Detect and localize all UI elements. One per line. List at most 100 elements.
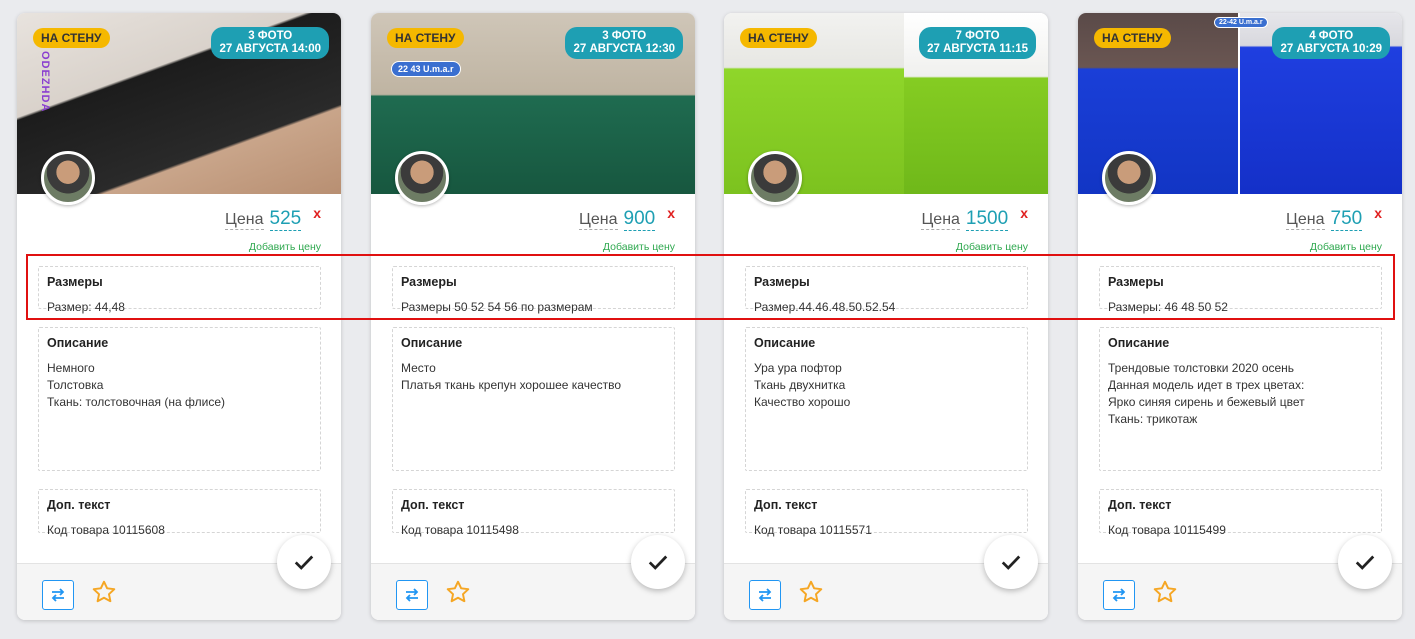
extra-text-field[interactable]: Доп. текст Код товара 10115498 xyxy=(392,489,675,537)
wall-badge[interactable]: НА СТЕНУ xyxy=(387,28,464,48)
extra-text-field[interactable]: Доп. текст Код товара 10115499 xyxy=(1099,489,1382,537)
description-field[interactable]: Описание Ура ура пофтор Ткань двухнитка … xyxy=(745,327,1028,471)
extra-text: Код товара 10115571 xyxy=(754,523,872,537)
extra-text-field[interactable]: Доп. текст Код товара 10115608 xyxy=(38,489,321,537)
price-label[interactable]: Цена xyxy=(1286,211,1325,230)
check-icon xyxy=(648,555,668,570)
remove-price-button[interactable]: x xyxy=(1020,205,1028,221)
sizes-text: Размеры 50 52 54 56 по размерам xyxy=(401,300,593,314)
swap-button[interactable] xyxy=(749,580,781,610)
photo-watermark: ODEZHDA xyxy=(39,51,51,113)
extra-text-title: Доп. текст xyxy=(401,498,469,512)
extra-text-field[interactable]: Доп. текст Код товара 10115571 xyxy=(745,489,1028,537)
description-text: Место Платья ткань крепун хорошее качест… xyxy=(401,361,622,392)
description-title: Описание xyxy=(401,336,467,350)
star-icon[interactable] xyxy=(798,579,824,605)
price-row: Цена 750 x xyxy=(1286,205,1382,231)
swap-icon xyxy=(1112,588,1126,602)
extra-text: Код товара 10115498 xyxy=(401,523,519,537)
confirm-button[interactable] xyxy=(631,535,685,589)
add-price-link[interactable]: Добавить цену xyxy=(603,241,675,253)
avatar[interactable] xyxy=(748,151,802,205)
photo-count-badge: 4 ФОТО 27 АВГУСТА 10:29 xyxy=(1272,27,1390,59)
extra-text-title: Доп. текст xyxy=(1108,498,1176,512)
avatar[interactable] xyxy=(395,151,449,205)
sizes-field[interactable]: Размеры Размер.44.46.48.50.52.54 xyxy=(745,266,1028,314)
wall-badge[interactable]: НА СТЕНУ xyxy=(1094,28,1171,48)
price-row: Цена 1500 x xyxy=(921,205,1028,231)
photo-count: 7 ФОТО xyxy=(955,30,1000,42)
photo-date: 27 АВГУСТА 12:30 xyxy=(573,43,675,55)
swap-button[interactable] xyxy=(1103,580,1135,610)
photo-watermark: 22 43 U.m.a.r xyxy=(391,61,461,77)
check-icon xyxy=(294,555,314,570)
extra-text: Код товара 10115608 xyxy=(47,523,165,537)
photo-date: 27 АВГУСТА 11:15 xyxy=(927,43,1028,55)
product-card-2: 22 43 U.m.a.r НА СТЕНУ 3 ФОТО 27 АВГУСТА… xyxy=(371,13,695,620)
add-price-link[interactable]: Добавить цену xyxy=(249,241,321,253)
description-text: Немного Толстовка Ткань: толстовочная (н… xyxy=(47,361,225,409)
price-value[interactable]: 1500 xyxy=(965,208,1009,231)
product-card-1: ODEZHDA НА СТЕНУ 3 ФОТО 27 АВГУСТА 14:00… xyxy=(17,13,341,620)
sizes-field[interactable]: Размеры Размеры: 46 48 50 52 xyxy=(1099,266,1382,314)
sizes-title: Размеры xyxy=(401,275,461,289)
photo-count-badge: 3 ФОТО 27 АВГУСТА 14:00 xyxy=(211,27,329,59)
swap-icon xyxy=(758,588,772,602)
description-text: Ура ура пофтор Ткань двухнитка Качество … xyxy=(754,361,851,409)
photo-date: 27 АВГУСТА 14:00 xyxy=(219,43,321,55)
description-title: Описание xyxy=(1108,336,1174,350)
product-card-3: НА СТЕНУ 7 ФОТО 27 АВГУСТА 11:15 Цена 15… xyxy=(724,13,1048,620)
photo-count-badge: 3 ФОТО 27 АВГУСТА 12:30 xyxy=(565,27,683,59)
confirm-button[interactable] xyxy=(984,535,1038,589)
price-value[interactable]: 900 xyxy=(623,208,656,231)
sizes-title: Размеры xyxy=(47,275,107,289)
confirm-button[interactable] xyxy=(1338,535,1392,589)
extra-text-title: Доп. текст xyxy=(47,498,115,512)
avatar[interactable] xyxy=(41,151,95,205)
sizes-field[interactable]: Размеры Размер: 44,48 xyxy=(38,266,321,314)
confirm-button[interactable] xyxy=(277,535,331,589)
sizes-field[interactable]: Размеры Размеры 50 52 54 56 по размерам xyxy=(392,266,675,314)
description-field[interactable]: Описание Немного Толстовка Ткань: толсто… xyxy=(38,327,321,471)
add-price-link[interactable]: Добавить цену xyxy=(956,241,1028,253)
photo-watermark: 22-42 U.m.a.r xyxy=(1214,17,1268,28)
remove-price-button[interactable]: x xyxy=(313,205,321,221)
swap-button[interactable] xyxy=(42,580,74,610)
sizes-title: Размеры xyxy=(1108,275,1168,289)
wall-badge[interactable]: НА СТЕНУ xyxy=(740,28,817,48)
star-icon[interactable] xyxy=(445,579,471,605)
sizes-text: Размер.44.46.48.50.52.54 xyxy=(754,300,896,314)
extra-text-title: Доп. текст xyxy=(754,498,822,512)
star-icon[interactable] xyxy=(91,579,117,605)
price-row: Цена 900 x xyxy=(579,205,675,231)
price-row: Цена 525 x xyxy=(225,205,321,231)
remove-price-button[interactable]: x xyxy=(667,205,675,221)
price-label[interactable]: Цена xyxy=(579,211,618,230)
check-icon xyxy=(1001,555,1021,570)
description-title: Описание xyxy=(754,336,820,350)
price-label[interactable]: Цена xyxy=(225,211,264,230)
sizes-title: Размеры xyxy=(754,275,814,289)
wall-badge[interactable]: НА СТЕНУ xyxy=(33,28,110,48)
swap-icon xyxy=(405,588,419,602)
sizes-text: Размеры: 46 48 50 52 xyxy=(1108,300,1228,314)
remove-price-button[interactable]: x xyxy=(1374,205,1382,221)
avatar[interactable] xyxy=(1102,151,1156,205)
description-field[interactable]: Описание Трендовые толстовки 2020 осень … xyxy=(1099,327,1382,471)
sizes-text: Размер: 44,48 xyxy=(47,300,125,314)
price-value[interactable]: 525 xyxy=(269,208,302,231)
price-label[interactable]: Цена xyxy=(921,211,960,230)
product-card-4: 22-42 U.m.a.r НА СТЕНУ 4 ФОТО 27 АВГУСТА… xyxy=(1078,13,1402,620)
check-icon xyxy=(1355,555,1375,570)
add-price-link[interactable]: Добавить цену xyxy=(1310,241,1382,253)
price-value[interactable]: 750 xyxy=(1330,208,1363,231)
description-text: Трендовые толстовки 2020 осень Данная мо… xyxy=(1108,361,1305,426)
extra-text: Код товара 10115499 xyxy=(1108,523,1226,537)
swap-button[interactable] xyxy=(396,580,428,610)
description-field[interactable]: Описание Место Платья ткань крепун хорош… xyxy=(392,327,675,471)
photo-count: 3 ФОТО xyxy=(248,30,293,42)
description-title: Описание xyxy=(47,336,113,350)
photo-count-badge: 7 ФОТО 27 АВГУСТА 11:15 xyxy=(919,27,1036,59)
swap-icon xyxy=(51,588,65,602)
star-icon[interactable] xyxy=(1152,579,1178,605)
